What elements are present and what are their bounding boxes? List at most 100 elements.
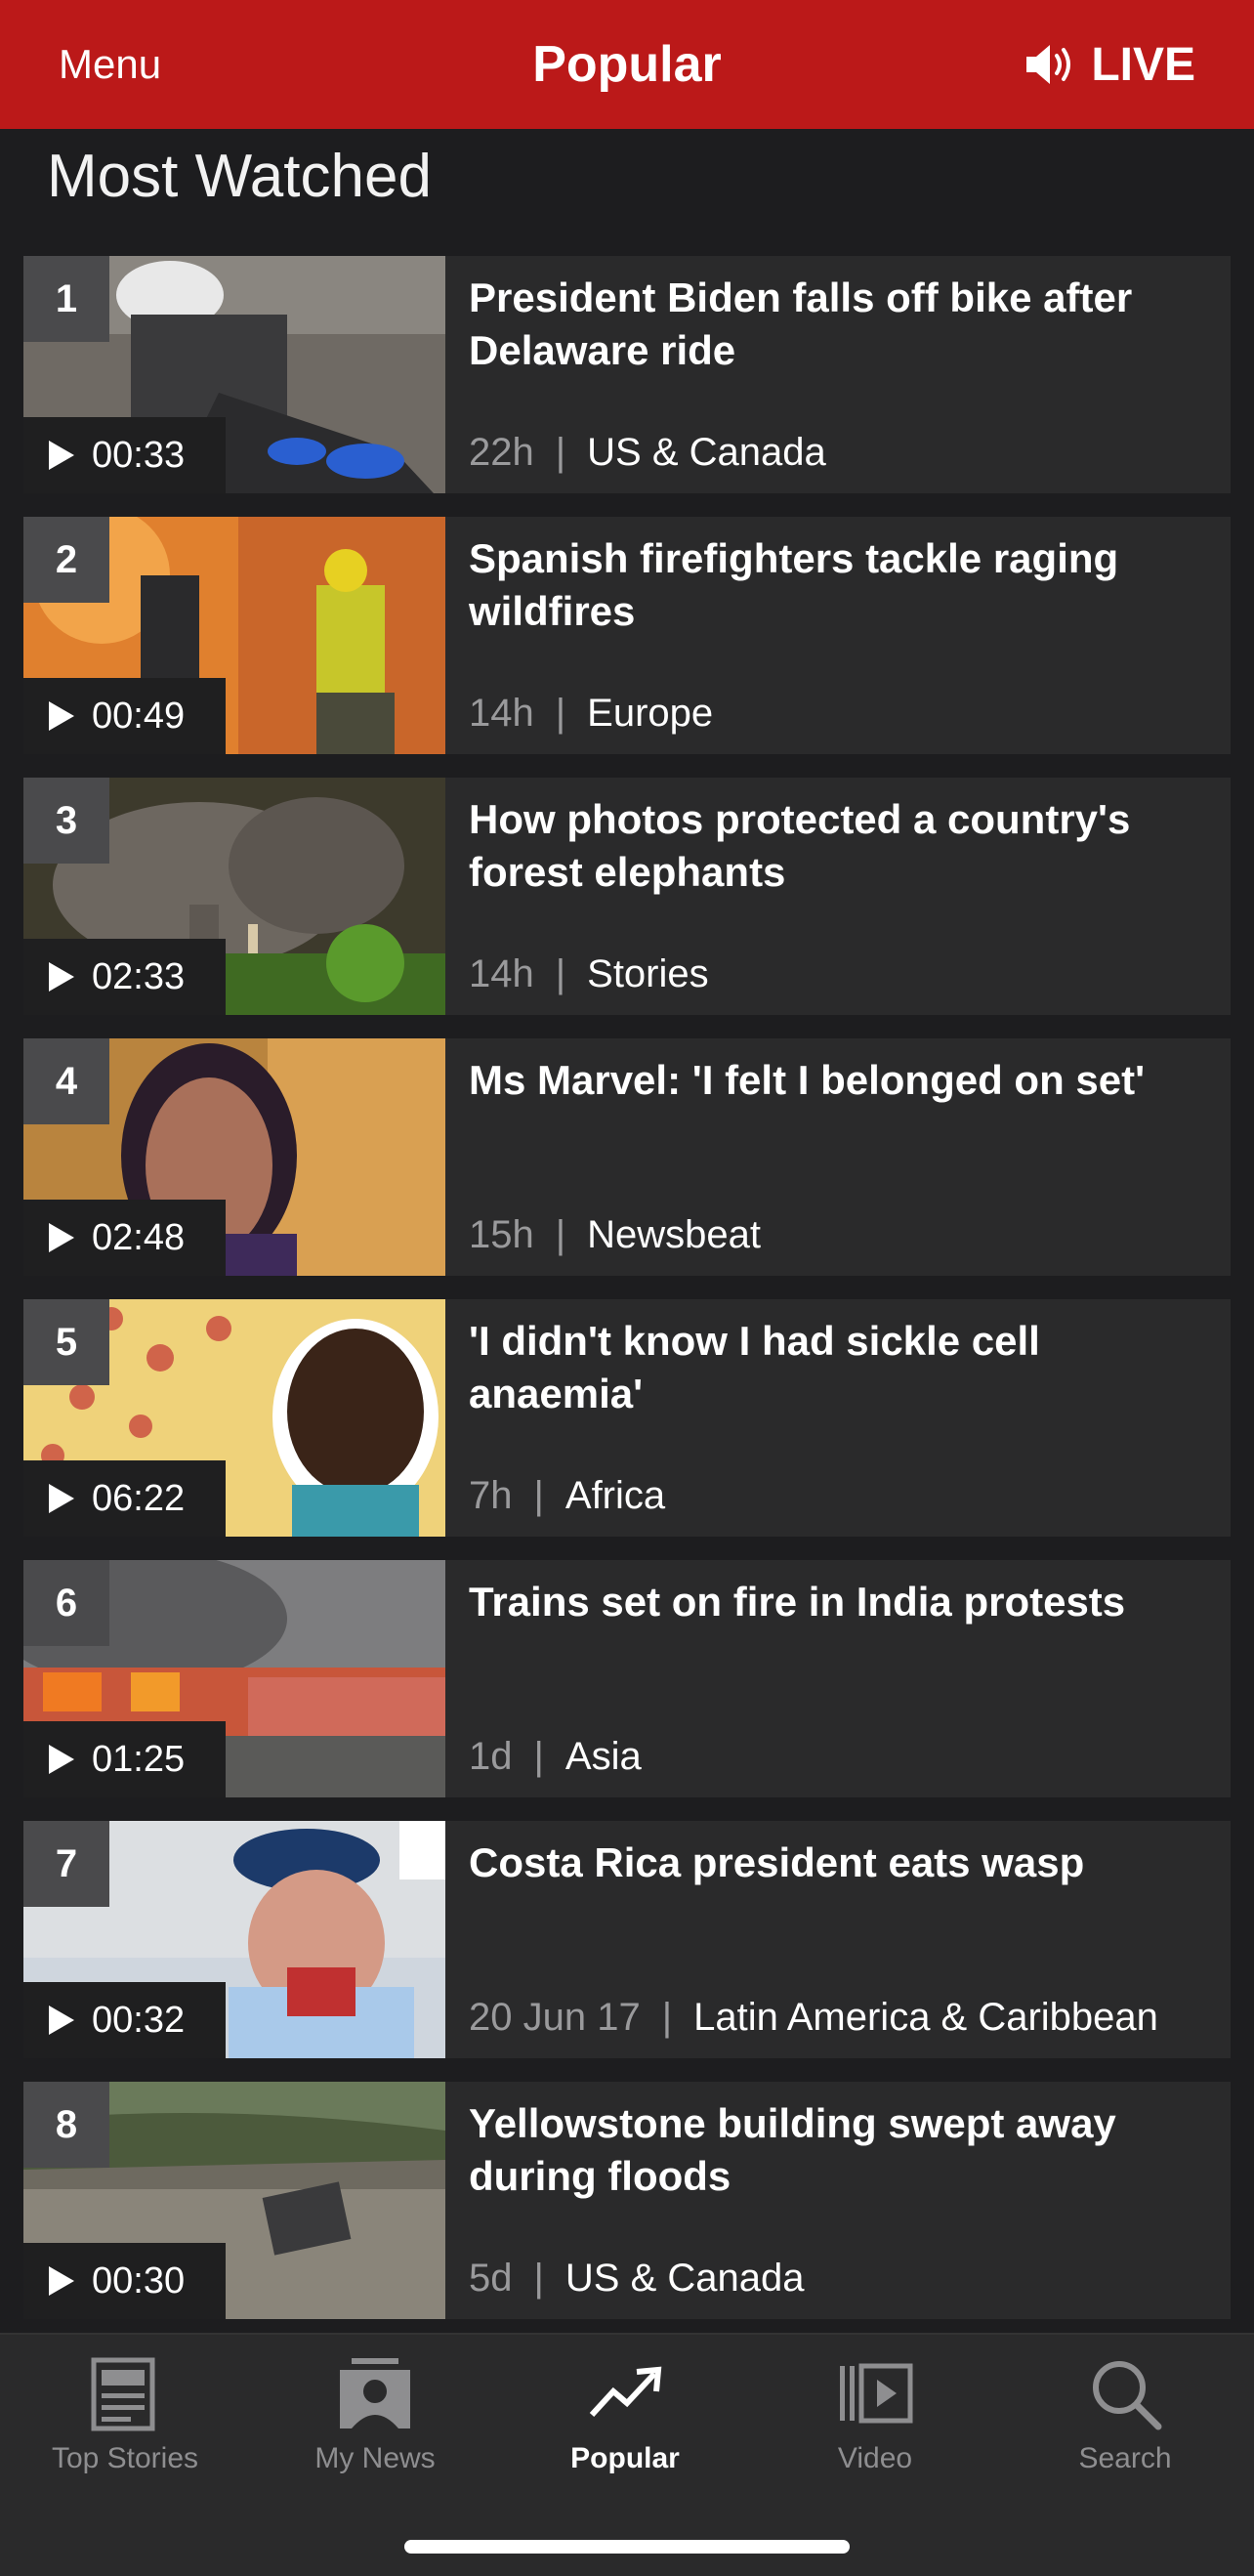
rank-badge: 3 — [23, 778, 109, 864]
video-title: Trains set on fire in India protests — [469, 1579, 1126, 1625]
video-item[interactable]: 5 06:22 'I didn't know I had sickle cell… — [23, 1299, 1231, 1537]
duration-badge: 00:32 — [23, 1982, 226, 2058]
rank-badge: 6 — [23, 1560, 109, 1646]
video-title: How photos protected a country's forest … — [469, 796, 1131, 895]
duration: 01:25 — [92, 1738, 186, 1780]
person-card-icon — [340, 2358, 410, 2428]
live-label: LIVE — [1091, 38, 1195, 91]
play-icon — [49, 1223, 74, 1252]
video-title: President Biden falls off bike after Del… — [469, 274, 1133, 373]
video-meta: 1d | Asia — [469, 1727, 642, 1786]
category-link[interactable]: US & Canada — [587, 423, 826, 482]
duration-badge: 00:49 — [23, 678, 226, 754]
timestamp: 15h — [469, 1213, 534, 1256]
home-indicator[interactable] — [404, 2540, 850, 2554]
video-item[interactable]: 4 02:48 Ms Marvel: 'I felt I belonged on… — [23, 1038, 1231, 1276]
play-icon — [49, 2266, 74, 2296]
tab-top-stories[interactable]: Top Stories — [0, 2335, 250, 2530]
top-bar: Menu Popular LIVE — [0, 0, 1254, 129]
video-item[interactable]: 6 01:25 Trains set on fire in India prot… — [23, 1560, 1231, 1797]
duration-badge: 02:48 — [23, 1200, 226, 1276]
most-watched-list: 1 00:33 President Biden falls off bike a… — [23, 256, 1231, 2343]
rank-badge: 8 — [23, 2082, 109, 2168]
tab-label: Popular — [570, 2442, 680, 2474]
rank-badge: 4 — [23, 1038, 109, 1124]
rank-badge: 5 — [23, 1299, 109, 1385]
category-link[interactable]: US & Canada — [565, 2249, 805, 2307]
section-title: Most Watched — [47, 143, 432, 210]
video-item[interactable]: 8 00:30 Yellowstone building swept away … — [23, 2082, 1231, 2319]
category-link[interactable]: Asia — [565, 1727, 642, 1786]
tab-search[interactable]: Search — [1000, 2335, 1250, 2530]
video-title: Costa Rica president eats wasp — [469, 1839, 1085, 1885]
play-icon — [49, 1745, 74, 1774]
tab-video[interactable]: Video — [750, 2335, 1000, 2530]
duration-badge: 00:30 — [23, 2243, 226, 2319]
rank-badge: 7 — [23, 1821, 109, 1907]
tab-label: Top Stories — [51, 2442, 199, 2474]
duration: 02:33 — [92, 955, 186, 997]
video-meta: 22h | US & Canada — [469, 423, 826, 482]
category-link[interactable]: Latin America & Caribbean — [693, 1988, 1158, 2047]
video-item[interactable]: 7 00:32 Costa Rica president eats wasp 2… — [23, 1821, 1231, 2058]
duration: 00:32 — [92, 1999, 186, 2041]
tab-label: Search — [1078, 2442, 1172, 2474]
duration: 00:49 — [92, 695, 186, 737]
category-link[interactable]: Africa — [565, 1466, 665, 1525]
category-link[interactable]: Europe — [587, 684, 713, 742]
video-meta: 20 Jun 17 | Latin America & Caribbean — [469, 1988, 1158, 2047]
duration: 00:30 — [92, 2259, 186, 2302]
play-icon — [49, 441, 74, 470]
timestamp: 22h — [469, 431, 534, 474]
tab-label: My News — [314, 2442, 436, 2474]
video-title: 'I didn't know I had sickle cell anaemia… — [469, 1318, 1040, 1416]
duration: 02:48 — [92, 1216, 186, 1258]
video-item[interactable]: 1 00:33 President Biden falls off bike a… — [23, 256, 1231, 493]
timestamp: 5d — [469, 2257, 513, 2300]
timestamp: 20 Jun 17 — [469, 1996, 641, 2039]
duration: 06:22 — [92, 1477, 186, 1519]
tab-my-news[interactable]: My News — [250, 2335, 500, 2530]
separator: | — [555, 431, 566, 474]
video-title: Spanish firefighters tackle raging wildf… — [469, 535, 1119, 634]
live-button[interactable]: LIVE — [1023, 0, 1195, 129]
duration-badge: 00:33 — [23, 417, 226, 493]
duration-badge: 01:25 — [23, 1721, 226, 1797]
separator: | — [533, 1474, 544, 1517]
trending-icon — [589, 2366, 662, 2418]
duration: 00:33 — [92, 434, 186, 476]
duration-badge: 02:33 — [23, 939, 226, 1015]
separator: | — [661, 1996, 673, 2039]
separator: | — [533, 2257, 544, 2300]
video-title: Ms Marvel: 'I felt I belonged on set' — [469, 1057, 1146, 1103]
tab-label: Video — [837, 2442, 913, 2474]
newspaper-icon — [91, 2357, 155, 2431]
video-meta: 14h | Stories — [469, 945, 709, 1003]
timestamp: 1d — [469, 1735, 513, 1778]
timestamp: 7h — [469, 1474, 513, 1517]
separator: | — [533, 1735, 544, 1778]
separator: | — [555, 952, 566, 995]
video-meta: 14h | Europe — [469, 684, 713, 742]
search-icon — [1093, 2361, 1162, 2430]
rank-badge: 1 — [23, 256, 109, 342]
play-icon — [49, 2006, 74, 2035]
video-item[interactable]: 3 02:33 How photos protected a country's… — [23, 778, 1231, 1015]
video-item[interactable]: 2 00:49 Spanish firefighters tackle ragi… — [23, 517, 1231, 754]
video-icon — [840, 2363, 913, 2424]
separator: | — [555, 692, 566, 735]
video-meta: 5d | US & Canada — [469, 2249, 804, 2307]
play-icon — [49, 962, 74, 992]
duration-badge: 06:22 — [23, 1460, 226, 1537]
play-icon — [49, 701, 74, 731]
video-meta: 15h | Newsbeat — [469, 1205, 761, 1264]
tab-popular[interactable]: Popular — [500, 2335, 750, 2530]
play-icon — [49, 1484, 74, 1513]
video-title: Yellowstone building swept away during f… — [469, 2100, 1116, 2199]
separator: | — [555, 1213, 566, 1256]
category-link[interactable]: Stories — [587, 945, 709, 1003]
timestamp: 14h — [469, 952, 534, 995]
timestamp: 14h — [469, 692, 534, 735]
category-link[interactable]: Newsbeat — [587, 1205, 761, 1264]
video-meta: 7h | Africa — [469, 1466, 665, 1525]
